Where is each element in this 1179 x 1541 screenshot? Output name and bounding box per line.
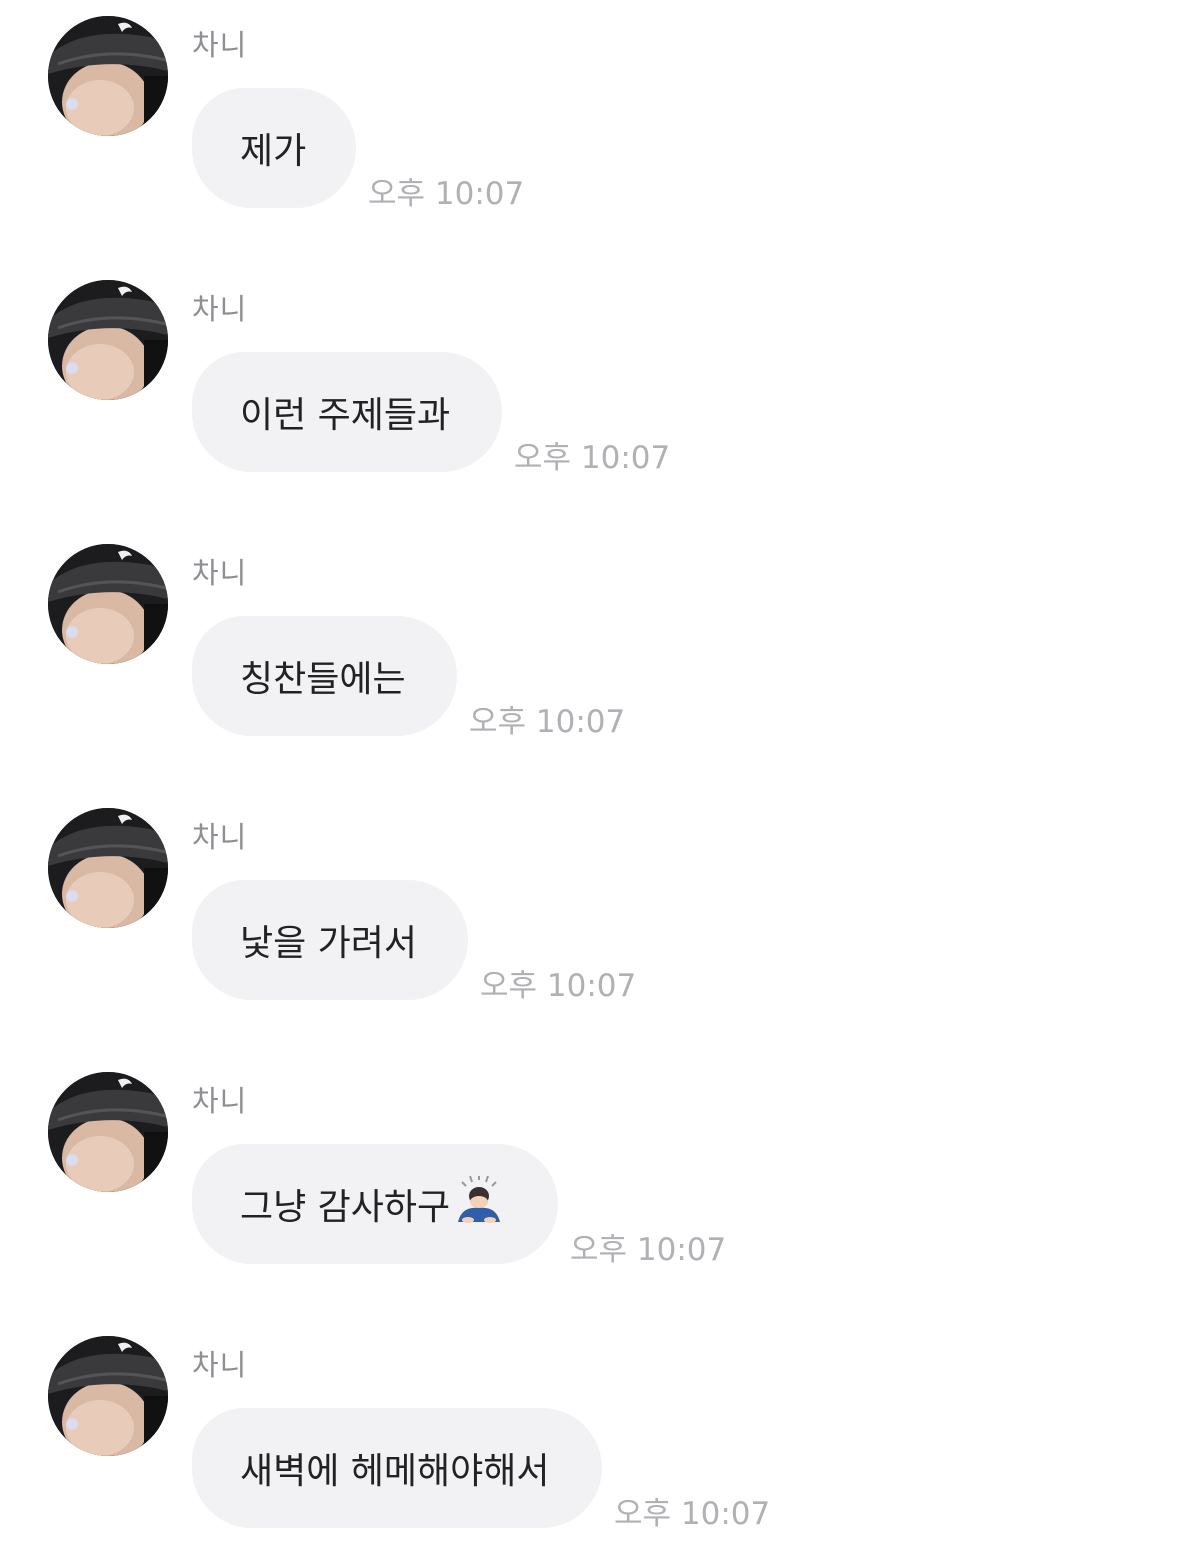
avatar[interactable] bbox=[48, 1072, 168, 1192]
message-row: 차니 낯을 가려서 오후 10:07 bbox=[0, 792, 1179, 1012]
message-time: 오후 10:07 bbox=[480, 968, 637, 1004]
avatar[interactable] bbox=[48, 16, 168, 136]
sender-name: 차니 bbox=[192, 820, 248, 854]
avatar-photo-icon bbox=[48, 808, 168, 928]
avatar[interactable] bbox=[48, 544, 168, 664]
message-time: 오후 10:07 bbox=[614, 1496, 771, 1532]
message-text: 이런 주제들과 bbox=[240, 395, 451, 436]
chat-message-list[interactable]: 차니 제가 오후 10:07 차니 이런 주제들과 오후 10:07 차니 칭찬… bbox=[0, 0, 1179, 1541]
message-text: 새벽에 헤메해야해서 bbox=[240, 1451, 550, 1492]
message-row: 차니 이런 주제들과 오후 10:07 bbox=[0, 264, 1179, 484]
message-text: 낯을 가려서 bbox=[240, 923, 418, 964]
message-time: 오후 10:07 bbox=[469, 704, 626, 740]
avatar-photo-icon bbox=[48, 280, 168, 400]
message-text: 그냥 감사하구 bbox=[240, 1187, 451, 1228]
avatar-photo-icon bbox=[48, 16, 168, 136]
message-bubble[interactable]: 낯을 가려서 bbox=[192, 880, 468, 1000]
message-bubble[interactable]: 새벽에 헤메해야해서 bbox=[192, 1408, 602, 1528]
message-bubble[interactable]: 칭찬들에는 bbox=[192, 616, 457, 736]
sender-name: 차니 bbox=[192, 556, 248, 590]
message-row: 차니 칭찬들에는 오후 10:07 bbox=[0, 528, 1179, 748]
message-bubble[interactable]: 이런 주제들과 bbox=[192, 352, 502, 472]
sender-name: 차니 bbox=[192, 1348, 248, 1382]
message-row: 차니 제가 오후 10:07 bbox=[0, 0, 1179, 220]
message-text: 칭찬들에는 bbox=[240, 659, 406, 700]
avatar-photo-icon bbox=[48, 1336, 168, 1456]
avatar[interactable] bbox=[48, 1336, 168, 1456]
message-time: 오후 10:07 bbox=[514, 440, 671, 476]
bowing-person-icon bbox=[454, 1174, 504, 1233]
avatar-photo-icon bbox=[48, 1072, 168, 1192]
message-bubble[interactable]: 그냥 감사하구 bbox=[192, 1144, 558, 1264]
avatar-photo-icon bbox=[48, 544, 168, 664]
message-time: 오후 10:07 bbox=[368, 176, 525, 212]
message-row: 차니 그냥 감사하구 오후 10:07 bbox=[0, 1056, 1179, 1276]
message-row: 차니 새벽에 헤메해야해서 오후 10:07 bbox=[0, 1320, 1179, 1540]
avatar[interactable] bbox=[48, 808, 168, 928]
sender-name: 차니 bbox=[192, 1084, 248, 1118]
sender-name: 차니 bbox=[192, 292, 248, 326]
message-time: 오후 10:07 bbox=[570, 1232, 727, 1268]
message-bubble[interactable]: 제가 bbox=[192, 88, 356, 208]
sender-name: 차니 bbox=[192, 28, 248, 62]
avatar[interactable] bbox=[48, 280, 168, 400]
message-text: 제가 bbox=[240, 131, 307, 172]
